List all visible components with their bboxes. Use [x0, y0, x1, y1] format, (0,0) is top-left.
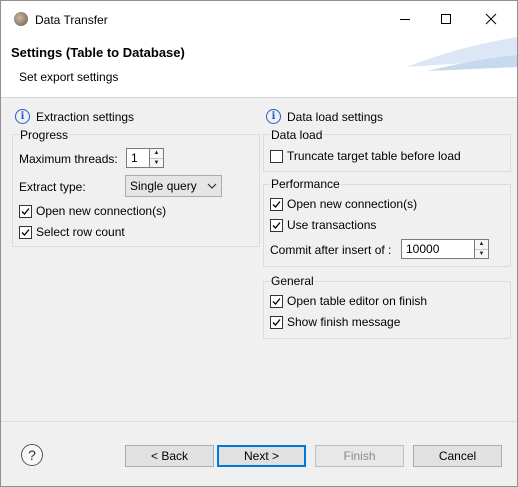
checkbox-label: Select row count [36, 225, 125, 239]
checkmark-icon [272, 200, 281, 208]
page-banner: Settings (Table to Database) Set export … [1, 37, 517, 98]
load-open-connection-checkbox[interactable]: Open new connection(s) [270, 197, 417, 211]
back-button[interactable]: < Back [125, 445, 214, 467]
checkbox-box[interactable] [270, 294, 283, 308]
page-title: Settings (Table to Database) [11, 45, 185, 60]
maximize-button[interactable] [424, 5, 468, 33]
extract-type-select[interactable]: Single query [125, 175, 222, 197]
data-transfer-dialog: Data Transfer Settings (Table to Databas… [0, 0, 518, 487]
increment-icon[interactable]: ▲ [150, 149, 163, 158]
banner-decoration [407, 37, 517, 71]
commit-after-spinner[interactable]: 10000 ▲ ▼ [401, 239, 489, 259]
decrement-icon[interactable]: ▼ [150, 157, 163, 168]
info-icon: i [266, 109, 281, 124]
minimize-icon [400, 19, 410, 20]
checkbox-label: Open new connection(s) [287, 197, 418, 211]
extract-type-value: Single query [130, 179, 197, 193]
increment-icon[interactable]: ▲ [475, 240, 488, 249]
extract-open-connection-checkbox[interactable]: Open new connection(s) [19, 204, 166, 218]
finish-button[interactable]: Finish [315, 445, 404, 467]
cancel-button[interactable]: Cancel [413, 445, 502, 467]
max-threads-label: Maximum threads: [19, 152, 118, 166]
open-table-editor-checkbox[interactable]: Open table editor on finish [270, 294, 427, 308]
app-icon [14, 12, 28, 26]
checkmark-icon [272, 318, 281, 326]
max-threads-spinner[interactable]: 1 ▲ ▼ [126, 148, 164, 168]
checkbox-box[interactable] [270, 149, 283, 163]
checkbox-label: Open new connection(s) [36, 204, 167, 218]
checkbox-box[interactable] [270, 315, 283, 329]
chevron-down-icon [207, 183, 217, 189]
general-group-label: General [270, 274, 315, 288]
commit-after-input[interactable]: 10000 [401, 239, 475, 259]
show-finish-message-checkbox[interactable]: Show finish message [270, 315, 400, 329]
page-subtitle: Set export settings [19, 70, 119, 84]
checkmark-icon [272, 297, 281, 305]
footer-divider [1, 421, 517, 422]
extract-type-label: Extract type: [19, 180, 86, 194]
checkbox-label: Open table editor on finish [287, 294, 428, 308]
checkbox-label: Use transactions [287, 218, 377, 232]
data-load-group-label: Data load [270, 128, 324, 142]
window-title: Data Transfer [35, 13, 108, 27]
checkmark-icon [21, 228, 30, 236]
checkbox-label: Show finish message [287, 315, 401, 329]
minimize-button[interactable] [383, 5, 427, 33]
general-group [263, 281, 511, 339]
checkmark-icon [272, 221, 281, 229]
commit-after-label: Commit after insert of : [270, 243, 392, 257]
use-transactions-checkbox[interactable]: Use transactions [270, 218, 376, 232]
help-icon: ? [28, 447, 36, 463]
close-button[interactable] [469, 5, 513, 33]
info-icon: i [15, 109, 30, 124]
select-row-count-checkbox[interactable]: Select row count [19, 225, 125, 239]
decrement-icon[interactable]: ▼ [475, 248, 488, 259]
next-button[interactable]: Next > [217, 445, 306, 467]
checkbox-box[interactable] [270, 218, 283, 232]
commit-after-stepper[interactable]: ▲ ▼ [475, 239, 489, 259]
extraction-settings-label: Extraction settings [36, 109, 135, 124]
data-load-settings-label: Data load settings [287, 109, 384, 124]
help-button[interactable]: ? [21, 444, 43, 466]
checkbox-box[interactable] [270, 197, 283, 211]
max-threads-stepper[interactable]: ▲ ▼ [150, 148, 164, 168]
max-threads-input[interactable]: 1 [126, 148, 150, 168]
maximize-icon [441, 14, 451, 24]
title-bar: Data Transfer [1, 1, 517, 37]
data-load-settings-heading: i Data load settings [266, 109, 383, 124]
truncate-table-checkbox[interactable]: Truncate target table before load [270, 149, 461, 163]
extraction-settings-heading: i Extraction settings [15, 109, 134, 124]
performance-group-label: Performance [270, 177, 341, 191]
checkbox-label: Truncate target table before load [287, 149, 461, 163]
progress-group-label: Progress [19, 128, 70, 142]
checkbox-box[interactable] [19, 225, 32, 239]
close-icon [485, 13, 497, 25]
checkmark-icon [21, 207, 30, 215]
checkbox-box[interactable] [19, 204, 32, 218]
